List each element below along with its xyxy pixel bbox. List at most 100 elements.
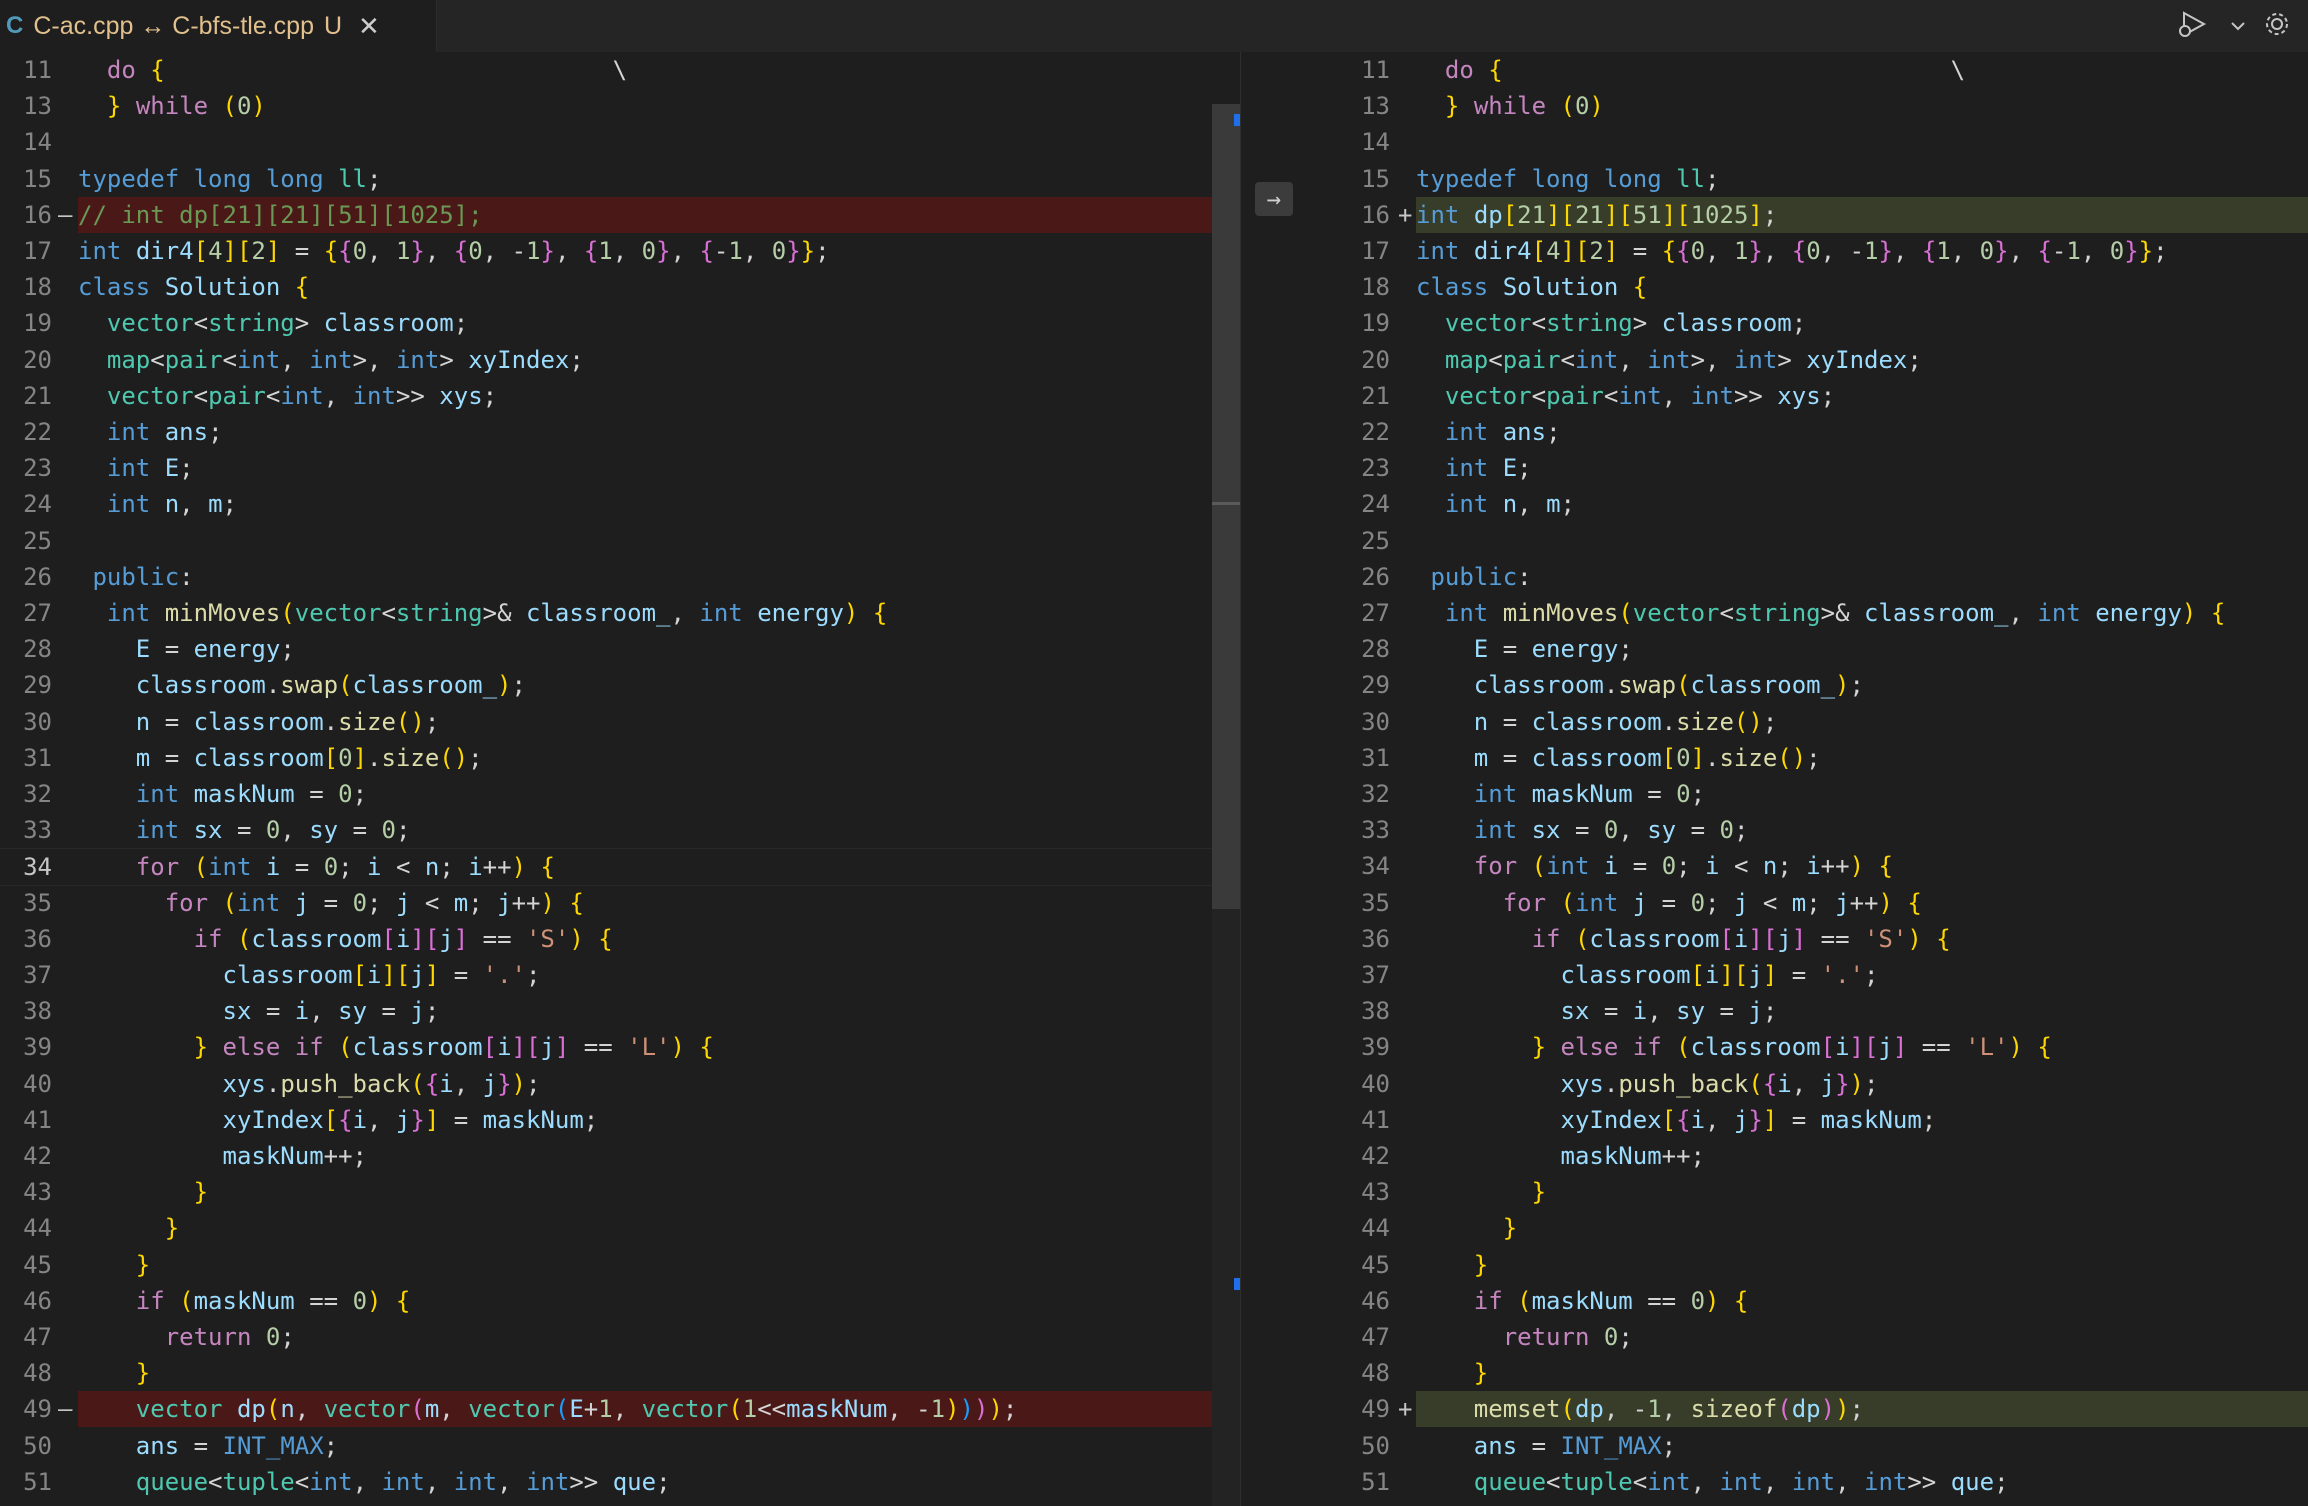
code-line[interactable]: 36 if (classroom[i][j] == 'S') { — [0, 921, 1240, 957]
code-line[interactable]: 43 } — [1310, 1174, 2308, 1210]
code-line[interactable]: 14 — [0, 124, 1240, 160]
code-line[interactable]: 48 } — [1310, 1355, 2308, 1391]
code-line[interactable]: 17 int dir4[4][2] = {{0, 1}, {0, -1}, {1,… — [1310, 233, 2308, 269]
line-number: 31 — [23, 743, 52, 772]
code-line[interactable]: 23 int E; — [0, 450, 1240, 486]
code-line[interactable]: 24 int n, m; — [1310, 486, 2308, 522]
code-line[interactable]: 44 } — [0, 1210, 1240, 1246]
code-line[interactable]: 48 } — [0, 1355, 1240, 1391]
code-line[interactable]: 18 class Solution { — [0, 269, 1240, 305]
code-line[interactable]: 22 int ans; — [0, 414, 1240, 450]
code-line[interactable]: 32 int maskNum = 0; — [0, 776, 1240, 812]
code-line[interactable]: 25 — [0, 523, 1240, 559]
code-line[interactable]: 40 xys.push_back({i, j}); — [0, 1066, 1240, 1102]
code-line[interactable]: 16—// int dp[21][21][51][1025]; — [0, 196, 1240, 233]
chevron-down-icon[interactable] — [2230, 17, 2246, 36]
code-line[interactable]: 35 for (int j = 0; j < m; j++) { — [1310, 885, 2308, 921]
code-line[interactable]: 37 classroom[i][j] = '.'; — [0, 957, 1240, 993]
code-line[interactable]: 32 int maskNum = 0; — [1310, 776, 2308, 812]
run-debug-icon[interactable] — [2178, 9, 2212, 43]
code-line[interactable]: 47 return 0; — [1310, 1319, 2308, 1355]
code-line[interactable]: 45 } — [0, 1247, 1240, 1283]
code-line[interactable]: 51 queue<tuple<int, int, int, int>> que; — [1310, 1464, 2308, 1500]
code-line[interactable]: 44 } — [1310, 1210, 2308, 1246]
line-number: 19 — [23, 309, 52, 338]
code-line[interactable]: 36 if (classroom[i][j] == 'S') { — [1310, 921, 2308, 957]
code-line[interactable]: 18 class Solution { — [1310, 269, 2308, 305]
revert-change-button[interactable]: → — [1255, 182, 1293, 216]
code-line[interactable]: 21 vector<pair<int, int>> xys; — [0, 378, 1240, 414]
code-line[interactable]: 23 int E; — [1310, 450, 2308, 486]
code-line[interactable]: 50 ans = INT_MAX; — [0, 1428, 1240, 1464]
code-line[interactable]: 15 typedef long long ll; — [1310, 161, 2308, 197]
code-line[interactable]: 13 } while (0) — [1310, 88, 2308, 124]
code-line[interactable]: 19 vector<string> classroom; — [0, 305, 1240, 341]
close-icon[interactable]: ✕ — [358, 11, 380, 42]
code-line[interactable]: 46 if (maskNum == 0) { — [1310, 1283, 2308, 1319]
code-line[interactable]: 47 return 0; — [0, 1319, 1240, 1355]
code-line[interactable]: 13 } while (0) — [0, 88, 1240, 124]
settings-icon[interactable] — [2264, 11, 2290, 41]
code-line[interactable]: 24 int n, m; — [0, 486, 1240, 522]
code-line[interactable]: 11 do { \ — [1310, 52, 2308, 88]
code-line[interactable]: 52 — [1310, 1500, 2308, 1506]
code-line[interactable]: 34 for (int i = 0; i < n; i++) { — [0, 848, 1240, 887]
code-line[interactable]: 43 } — [0, 1174, 1240, 1210]
diff-tab[interactable]: C C-ac.cpp ↔ C-bfs-tle.cpp U ✕ — [0, 0, 437, 52]
code-line[interactable]: 42 maskNum++; — [1310, 1138, 2308, 1174]
line-number: 34 — [1361, 852, 1390, 881]
code-line[interactable]: 49— vector dp(n, vector(m, vector(E+1, v… — [0, 1391, 1240, 1428]
code-line[interactable]: 45 } — [1310, 1247, 2308, 1283]
code-line[interactable]: 17 int dir4[4][2] = {{0, 1}, {0, -1}, {1,… — [0, 233, 1240, 269]
code-line[interactable]: 28 E = energy; — [0, 631, 1240, 667]
code-line[interactable]: 39 } else if (classroom[i][j] == 'L') { — [0, 1029, 1240, 1065]
code-line[interactable]: 20 map<pair<int, int>, int> xyIndex; — [0, 342, 1240, 378]
code-line[interactable]: 49 + memset(dp, -1, sizeof(dp)); — [1310, 1391, 2308, 1428]
code-line[interactable]: 41 xyIndex[{i, j}] = maskNum; — [1310, 1102, 2308, 1138]
scrollbar-thumb[interactable] — [1212, 104, 1240, 909]
code-line[interactable]: 38 sx = i, sy = j; — [1310, 993, 2308, 1029]
original-editor[interactable]: 11 do { \ 13 } while (0) 14 15 typedef long … — [0, 52, 1240, 1506]
code-line[interactable]: 29 classroom.swap(classroom_); — [0, 667, 1240, 703]
code-line[interactable]: 51 queue<tuple<int, int, int, int>> que; — [0, 1464, 1240, 1500]
code-line[interactable]: 15 typedef long long ll; — [0, 161, 1240, 197]
code-line[interactable]: 34 for (int i = 0; i < n; i++) { — [1310, 848, 2308, 884]
code-line[interactable]: 26 public: — [0, 559, 1240, 595]
code-line[interactable]: 27 int minMoves(vector<string>& classroo… — [0, 595, 1240, 631]
code-line[interactable]: 39 } else if (classroom[i][j] == 'L') { — [1310, 1029, 2308, 1065]
code-line[interactable]: 28 E = energy; — [1310, 631, 2308, 667]
code-line[interactable]: 52 — [0, 1500, 1240, 1506]
code-line[interactable]: 27 int minMoves(vector<string>& classroo… — [1310, 595, 2308, 631]
code-line[interactable]: 31 m = classroom[0].size(); — [0, 740, 1240, 776]
line-number: 24 — [23, 490, 52, 519]
code-line[interactable]: 46 if (maskNum == 0) { — [0, 1283, 1240, 1319]
code-line[interactable]: 19 vector<string> classroom; — [1310, 305, 2308, 341]
line-code: for (int j = 0; j < m; j++) { — [1502, 888, 1922, 917]
code-line[interactable]: 37 classroom[i][j] = '.'; — [1310, 957, 2308, 993]
code-line[interactable]: 35 for (int j = 0; j < m; j++) { — [0, 885, 1240, 921]
code-line[interactable]: 30 n = classroom.size(); — [1310, 704, 2308, 740]
code-line[interactable]: 33 int sx = 0, sy = 0; — [1310, 812, 2308, 848]
line-number: 25 — [1361, 526, 1390, 555]
code-line[interactable]: 33 int sx = 0, sy = 0; — [0, 812, 1240, 848]
code-line[interactable]: 31 m = classroom[0].size(); — [1310, 740, 2308, 776]
code-line[interactable]: 30 n = classroom.size(); — [0, 704, 1240, 740]
code-line[interactable]: 26 public: — [1310, 559, 2308, 595]
code-line[interactable]: 22 int ans; — [1310, 414, 2308, 450]
code-line[interactable]: 42 maskNum++; — [0, 1138, 1240, 1174]
code-line[interactable]: 38 sx = i, sy = j; — [0, 993, 1240, 1029]
code-line[interactable]: 16 + int dp[21][21][51][1025]; — [1310, 196, 2308, 233]
code-line[interactable]: 25 — [1310, 523, 2308, 559]
code-line[interactable]: 50 ans = INT_MAX; — [1310, 1428, 2308, 1464]
line-number: 43 — [1361, 1178, 1390, 1207]
modified-editor[interactable]: 11 do { \ 13 } while (0) 14 15 typedef long … — [1310, 52, 2308, 1506]
line-code: queue<tuple<int, int, int, int>> que; — [135, 1467, 671, 1496]
code-line[interactable]: 21 vector<pair<int, int>> xys; — [1310, 378, 2308, 414]
left-scrollbar[interactable] — [1212, 104, 1240, 1506]
code-line[interactable]: 41 xyIndex[{i, j}] = maskNum; — [0, 1102, 1240, 1138]
code-line[interactable]: 14 — [1310, 124, 2308, 160]
code-line[interactable]: 20 map<pair<int, int>, int> xyIndex; — [1310, 342, 2308, 378]
code-line[interactable]: 40 xys.push_back({i, j}); — [1310, 1066, 2308, 1102]
code-line[interactable]: 29 classroom.swap(classroom_); — [1310, 667, 2308, 703]
code-line[interactable]: 11 do { \ — [0, 52, 1240, 88]
